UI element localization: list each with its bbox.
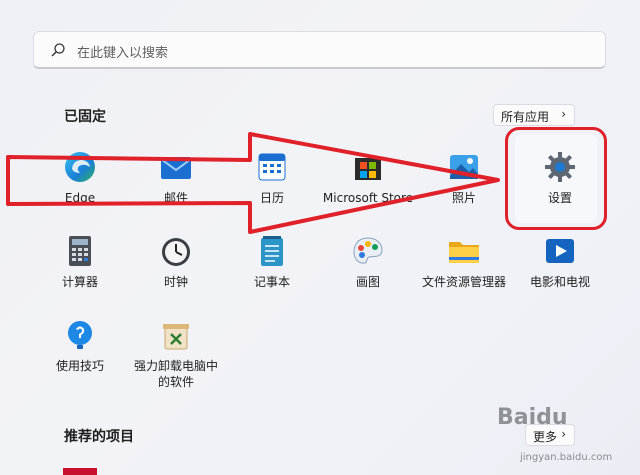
watermark-url: jingyan.baidu.com	[520, 452, 613, 463]
annotation-arrow	[6, 132, 500, 234]
watermark-logo: Baidu	[497, 405, 568, 430]
